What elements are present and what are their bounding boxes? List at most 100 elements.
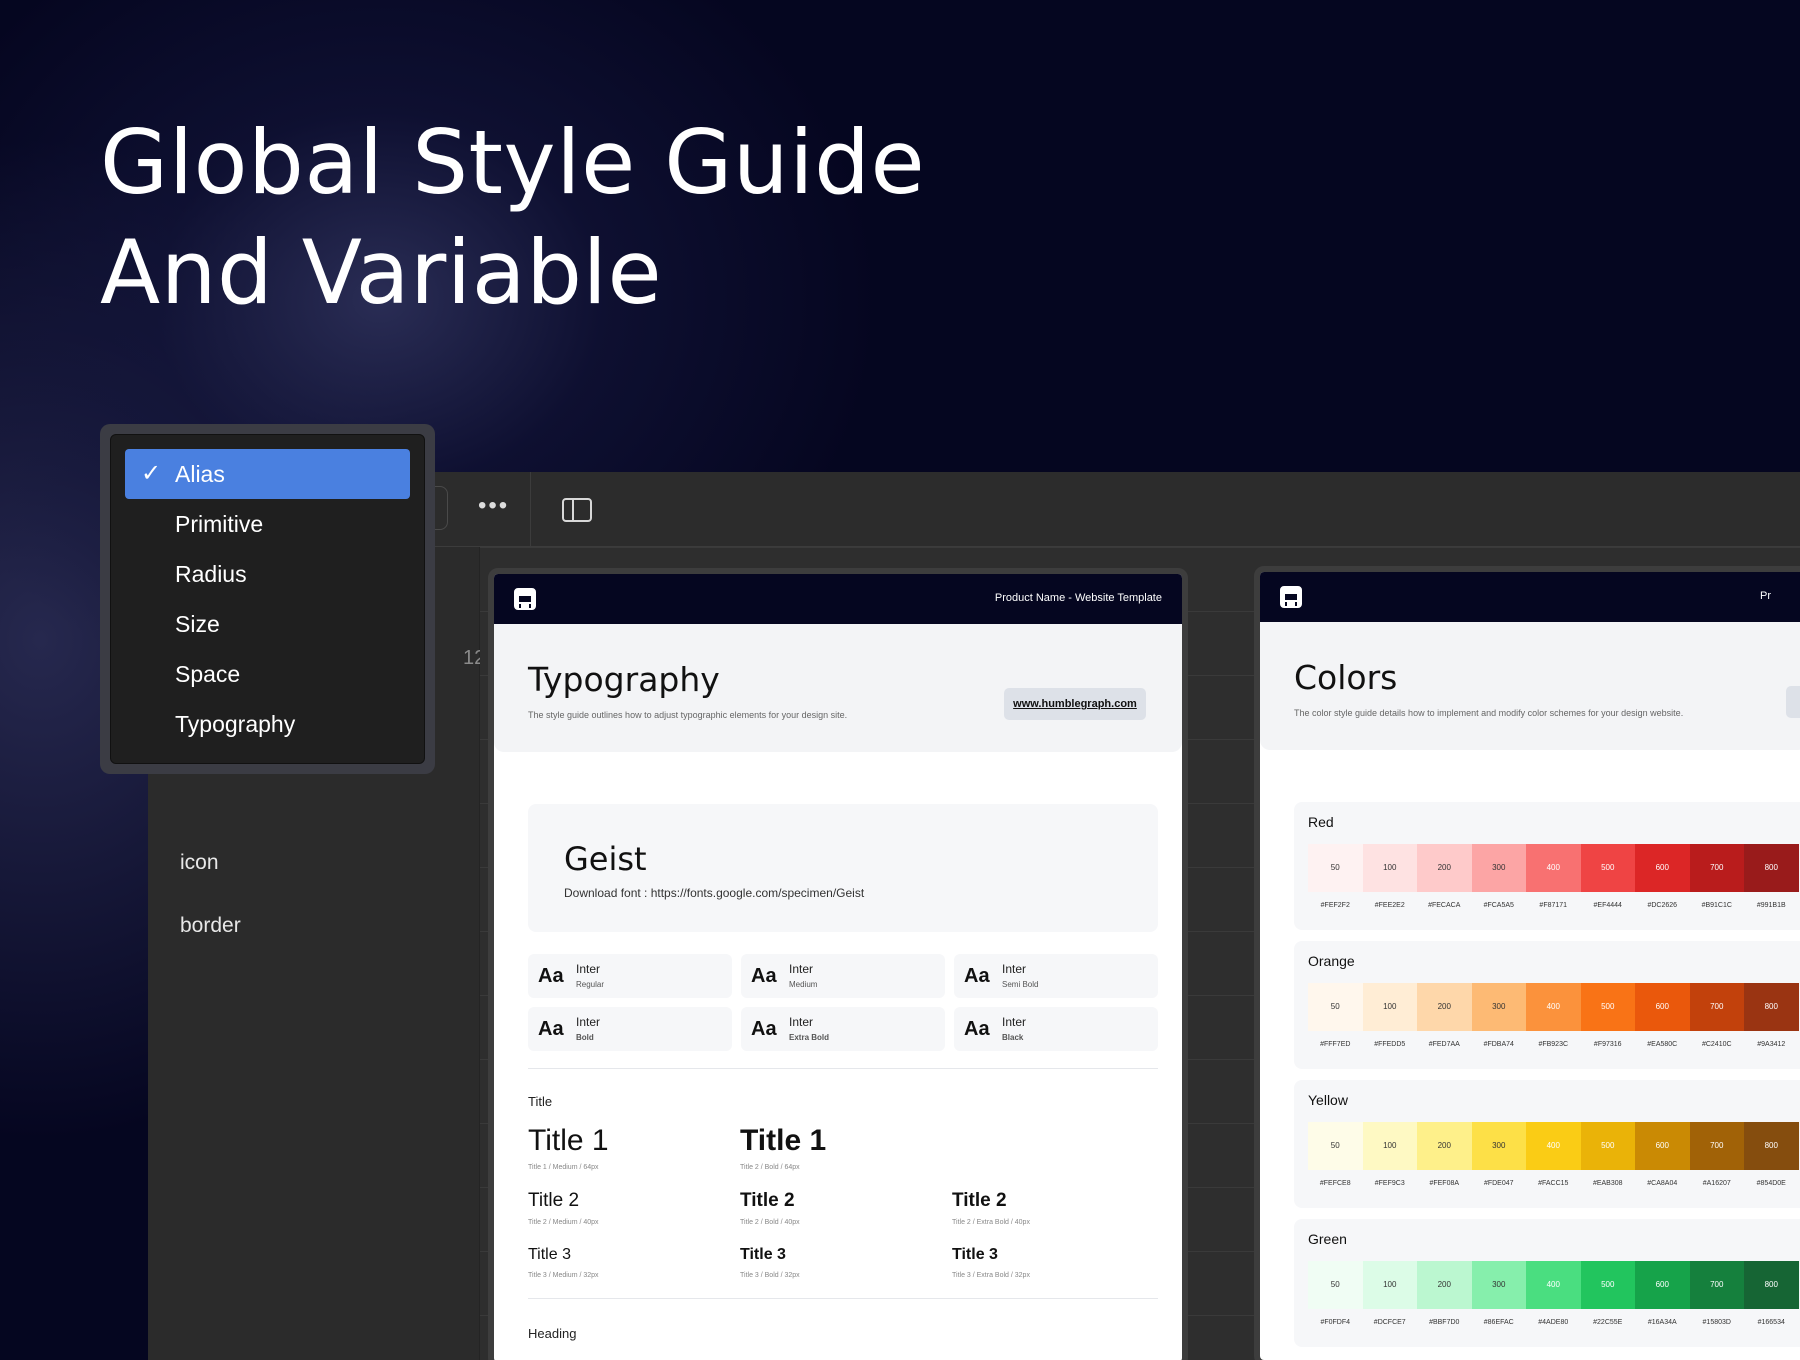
color-swatch[interactable]: 800 <box>1744 844 1799 892</box>
color-swatch[interactable]: 300 <box>1471 1261 1526 1309</box>
sidebar-item-border[interactable]: border <box>180 914 241 938</box>
hex-row: #FEF2F2 #FEE2E2 #FECACA #FCA5A5 #F87171 #EF44… <box>1308 902 1799 909</box>
color-swatch[interactable]: 200 <box>1417 983 1472 1031</box>
font-weight: Semi Bold <box>1002 980 1039 989</box>
color-swatch[interactable]: 200 <box>1417 844 1472 892</box>
hex-label: #854D0E <box>1756 1180 1786 1187</box>
hex-label: #FEF9C3 <box>1374 1180 1405 1187</box>
hex-label: #DC2626 <box>1647 902 1678 909</box>
menu-item-space[interactable]: Space <box>125 649 410 699</box>
font-tile: Aa Inter Extra Bold <box>741 1007 945 1051</box>
menu-item-size[interactable]: Size <box>125 599 410 649</box>
hex-label: #FEFCE8 <box>1319 1180 1351 1187</box>
color-swatch[interactable]: 300 <box>1471 1122 1526 1170</box>
color-swatch[interactable]: 400 <box>1526 1261 1581 1309</box>
color-swatch[interactable]: 400 <box>1526 1122 1581 1170</box>
hex-row: #FEFCE8 #FEF9C3 #FEF08A #FDE047 #FACC15 #EAB3… <box>1308 1180 1799 1187</box>
hex-label: #FED7AA <box>1428 1041 1460 1048</box>
color-swatch[interactable]: 800 <box>1744 1261 1799 1309</box>
hex-label: #F87171 <box>1539 902 1568 909</box>
font-tile: Aa Inter Medium <box>741 954 945 998</box>
color-swatch[interactable]: 400 <box>1526 844 1581 892</box>
color-swatch[interactable]: 50 <box>1308 1122 1363 1170</box>
color-swatch[interactable]: 800 <box>1744 983 1799 1031</box>
color-swatch[interactable]: 400 <box>1526 983 1581 1031</box>
palette-green: Green 50 100 200 300 400 500 600 700 800 #F0FDF4 #D… <box>1294 1219 1800 1347</box>
palette-red: Red 50 100 200 300 400 500 600 700 800 #FEF2F2 #FEE… <box>1294 802 1800 930</box>
color-swatch[interactable]: 700 <box>1689 844 1744 892</box>
color-swatch[interactable]: 100 <box>1362 844 1417 892</box>
colors-title: Colors <box>1294 658 1398 697</box>
color-swatch[interactable]: 100 <box>1362 983 1417 1031</box>
swatch-row: 50 100 200 300 400 500 600 700 800 <box>1308 983 1799 1031</box>
font-weight: Bold <box>576 1033 594 1042</box>
hex-label: #991B1B <box>1756 902 1786 909</box>
check-icon: ✓ <box>141 460 162 487</box>
font-name: Inter <box>1002 962 1027 976</box>
color-swatch[interactable]: 700 <box>1689 1122 1744 1170</box>
menu-item-label: Typography <box>175 711 296 737</box>
hex-label: #FEE2E2 <box>1374 902 1405 909</box>
title-section-label: Title <box>528 1094 553 1109</box>
color-swatch[interactable]: 300 <box>1471 983 1526 1031</box>
color-swatch[interactable]: 50 <box>1308 844 1363 892</box>
hex-label: #BBF7D0 <box>1429 1319 1460 1326</box>
sidebar-item-icon[interactable]: icon <box>180 851 219 875</box>
more-options-icon[interactable]: ••• <box>478 492 509 520</box>
palette-orange: Orange 50 100 200 300 400 500 600 700 800 #FFF7ED #… <box>1294 941 1800 1069</box>
toolbar-divider <box>530 472 531 547</box>
title-spec: Title 2 / Bold / 40px <box>740 1219 800 1226</box>
font-sample: Aa <box>751 965 777 987</box>
menu-item-label: Radius <box>175 561 247 587</box>
title-spec: Title 2 / Medium / 40px <box>528 1219 599 1226</box>
title-spec: Title 3 / Extra Bold / 32px <box>952 1272 1030 1279</box>
colors-header: Colors The color style guide details how… <box>1260 622 1800 750</box>
menu-item-typography[interactable]: Typography <box>125 699 410 749</box>
color-swatch[interactable]: 500 <box>1580 844 1635 892</box>
swatch-row: 50 100 200 300 400 500 600 700 800 <box>1308 1122 1799 1170</box>
color-swatch[interactable]: 200 <box>1417 1261 1472 1309</box>
font-name: Inter <box>789 1015 814 1029</box>
color-swatch[interactable]: 700 <box>1689 1261 1744 1309</box>
color-swatch[interactable]: 200 <box>1417 1122 1472 1170</box>
color-swatch[interactable]: 50 <box>1308 983 1363 1031</box>
color-swatch[interactable]: 600 <box>1635 1122 1690 1170</box>
website-link-button[interactable]: www.humblegraph.com <box>1004 688 1146 720</box>
color-swatch[interactable]: 700 <box>1689 983 1744 1031</box>
panel-toggle-icon[interactable] <box>562 498 592 522</box>
color-swatch[interactable]: 600 <box>1635 844 1690 892</box>
color-swatch[interactable]: 100 <box>1362 1261 1417 1309</box>
website-link-button[interactable] <box>1786 686 1800 718</box>
colors-desc: The color style guide details how to imp… <box>1294 708 1684 718</box>
font-tile: Aa Inter Regular <box>528 954 732 998</box>
color-swatch[interactable]: 100 <box>1362 1122 1417 1170</box>
color-swatch[interactable]: 500 <box>1580 1261 1635 1309</box>
typography-title: Typography <box>528 660 720 699</box>
title-sample: Title 2 <box>740 1190 795 1211</box>
font-sample: Aa <box>964 965 990 987</box>
hex-label: #FECACA <box>1428 902 1461 909</box>
color-swatch[interactable]: 500 <box>1580 1122 1635 1170</box>
color-swatch[interactable]: 800 <box>1744 1122 1799 1170</box>
card-header-bar: Pr <box>1260 572 1800 622</box>
color-swatch[interactable]: 600 <box>1635 983 1690 1031</box>
menu-item-radius[interactable]: Radius <box>125 549 410 599</box>
hex-label: #16A34A <box>1647 1319 1677 1326</box>
hero-title: Global Style Guide And Variable <box>100 108 925 328</box>
color-swatch[interactable]: 50 <box>1308 1261 1363 1309</box>
menu-item-primitive[interactable]: Primitive <box>125 499 410 549</box>
hex-row: #F0FDF4 #DCFCE7 #BBF7D0 #86EFAC #4ADE80 #22C5… <box>1308 1319 1799 1326</box>
menu-item-label: Space <box>175 661 241 687</box>
palette-yellow: Yellow 50 100 200 300 400 500 600 700 800 #FEFCE8 #… <box>1294 1080 1800 1208</box>
color-swatch[interactable]: 300 <box>1471 844 1526 892</box>
color-swatch[interactable]: 600 <box>1635 1261 1690 1309</box>
menu-item-alias[interactable]: ✓ Alias <box>125 449 410 499</box>
title-spec: Title 3 / Medium / 32px <box>528 1272 599 1279</box>
typography-header: Typography The style guide outlines how … <box>494 624 1182 752</box>
geist-download-link[interactable]: Download font : https://fonts.google.com… <box>564 886 864 900</box>
hex-row: #FFF7ED #FFEDD5 #FED7AA #FDBA74 #FB923C #F973… <box>1308 1041 1799 1048</box>
hex-label: #FACC15 <box>1538 1180 1569 1187</box>
swatch-row: 50 100 200 300 400 500 600 700 800 <box>1308 844 1799 892</box>
hex-label: #A16207 <box>1702 1180 1731 1187</box>
color-swatch[interactable]: 500 <box>1580 983 1635 1031</box>
